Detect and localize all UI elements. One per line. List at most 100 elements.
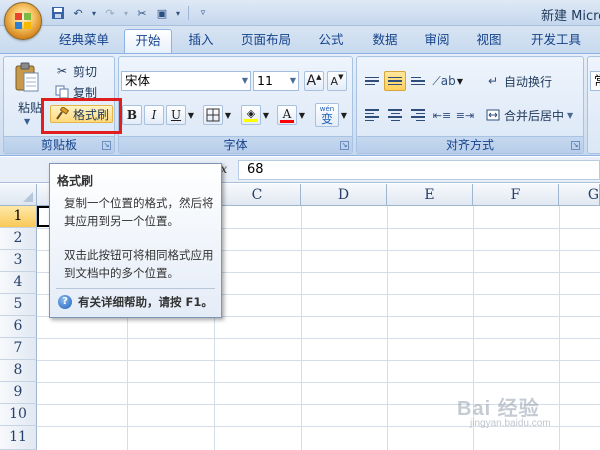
font-color-button[interactable]: A [277,105,297,125]
paste-dropdown-icon[interactable]: ▼ [24,117,30,126]
font-group-label: 字体 [119,136,352,153]
undo-icon[interactable]: ↶ [70,5,86,21]
align-middle-icon [388,76,402,86]
tab-view[interactable]: 视图 [466,29,512,53]
tab-review[interactable]: 审阅 [414,29,460,53]
merge-center-button[interactable]: 合并后居中 ▼ [485,106,573,124]
tools-icon[interactable]: ✂ [134,5,150,21]
bold-button[interactable]: B [122,105,142,125]
borders-button[interactable] [203,105,223,125]
grid-line [559,206,560,450]
row-header-5[interactable]: 5 [0,294,37,316]
alignment-launcher-icon[interactable]: ↘ [571,141,580,150]
font-color-dropdown-icon[interactable]: ▼ [297,105,307,125]
merge-center-dropdown-icon[interactable]: ▼ [567,111,573,120]
row-header-6[interactable]: 6 [0,316,37,338]
grow-arrow-icon: ▲ [316,73,322,81]
tab-formulas[interactable]: 公式 [308,29,354,53]
grow-font-button[interactable]: A ▲ [304,71,324,91]
fill-color-dropdown-icon[interactable]: ▼ [261,105,271,125]
font-size-dropdown-icon[interactable]: ▼ [290,72,296,90]
orientation-dropdown-icon[interactable]: ▼ [455,71,465,91]
column-header-f[interactable]: F [473,184,559,206]
align-center-button[interactable] [384,105,406,125]
shrink-font-icon: A [330,74,339,88]
grid-line [37,382,600,383]
row-header-8[interactable]: 8 [0,360,37,382]
column-header-g[interactable]: G [559,184,600,206]
row-header-4[interactable]: 4 [0,272,37,294]
customize-qat-icon[interactable]: ▿ [195,5,211,21]
font-name-combo[interactable]: 宋体 ▼ [121,71,251,91]
increase-indent-button[interactable]: ≡⇥ [454,105,476,125]
format-painter-tooltip: 格式刷 复制一个位置的格式，然后将其应用到另一个位置。 双击此按钮可将相同格式应… [49,163,222,318]
tab-page-layout[interactable]: 页面布局 [232,29,300,53]
baidu-watermark: Bai 经验 [457,398,540,420]
qat-separator [188,6,189,20]
tab-developer[interactable]: 开发工具 [520,29,592,53]
shrink-font-button[interactable]: A ▼ [327,71,347,91]
phonetic-dropdown-icon[interactable]: ▼ [339,105,349,125]
font-color-bar [280,119,294,123]
row-header-7[interactable]: 7 [0,338,37,360]
clipboard-launcher-icon[interactable]: ↘ [102,141,111,150]
wrap-text-button[interactable]: ↵ 自动换行 [485,72,552,90]
row-header-11[interactable]: 11 [0,426,37,450]
office-logo-icon [15,13,31,29]
font-launcher-icon[interactable]: ↘ [340,141,349,150]
font-name-dropdown-icon[interactable]: ▼ [242,72,248,90]
column-header-e[interactable]: E [387,184,473,206]
row-header-1[interactable]: 1 [0,206,37,228]
paste-icon[interactable] [14,62,40,94]
column-header-c[interactable]: C [214,184,301,206]
redo-dropdown-icon[interactable]: ▾ [122,5,130,21]
qat-dropdown-icon[interactable]: ▾ [174,5,182,21]
help-icon: ? [58,295,72,309]
underline-button[interactable]: U [166,105,186,125]
office-button[interactable] [4,2,42,40]
tab-classic-menu[interactable]: 经典菜单 [50,29,118,53]
tooltip-help-text: 有关详细帮助，请按 F1。 [78,295,213,309]
select-all-button[interactable] [0,184,37,206]
row-header-9[interactable]: 9 [0,382,37,404]
row-header-10[interactable]: 10 [0,404,37,426]
undo-dropdown-icon[interactable]: ▾ [90,5,98,21]
align-top-button[interactable] [361,71,383,91]
paste-qat-icon[interactable]: ▣ [154,5,170,21]
row-header-3[interactable]: 3 [0,250,37,272]
column-header-d[interactable]: D [301,184,387,206]
increase-indent-icon: ≡⇥ [455,108,475,122]
orientation-button[interactable]: ⟋ab [432,71,455,91]
save-icon[interactable] [50,5,66,21]
row-header-2[interactable]: 2 [0,228,37,250]
align-top-icon [365,76,379,86]
formula-input[interactable]: 68 [238,160,600,180]
fill-color-button[interactable]: ◈ [241,105,261,125]
number-format-value: 常 [594,73,600,88]
align-left-button[interactable] [361,105,383,125]
cut-button[interactable]: ✂ 剪切 [54,62,97,80]
paint-bucket-icon: ◈ [246,107,256,120]
tab-home[interactable]: 开始 [124,29,172,53]
tab-data[interactable]: 数据 [362,29,408,53]
borders-dropdown-icon[interactable]: ▼ [223,105,233,125]
paste-button-label[interactable]: 粘贴 [18,99,42,116]
phonetic-guide-button[interactable]: wén 变 [315,103,339,127]
tab-insert[interactable]: 插入 [178,29,224,53]
borders-icon [206,108,220,122]
italic-button[interactable]: I [144,105,164,125]
number-format-combo[interactable]: 常 [590,71,600,91]
decrease-indent-button[interactable]: ⇤≡ [431,105,453,125]
underline-dropdown-icon[interactable]: ▼ [186,105,196,125]
align-middle-button[interactable] [384,71,406,91]
align-bottom-button[interactable] [407,71,429,91]
scissors-icon: ✂ [56,64,68,78]
select-all-triangle-icon [23,192,33,202]
baidu-watermark-url: jingyan.baidu.com [470,418,551,429]
font-color-icon: A [282,106,292,121]
redo-icon[interactable]: ↷ [102,5,118,21]
align-right-button[interactable] [407,105,429,125]
tooltip-description: 复制一个位置的格式，然后将其应用到另一个位置。 [64,196,214,228]
font-size-combo[interactable]: 11 ▼ [253,71,299,91]
tooltip-separator [56,288,215,289]
